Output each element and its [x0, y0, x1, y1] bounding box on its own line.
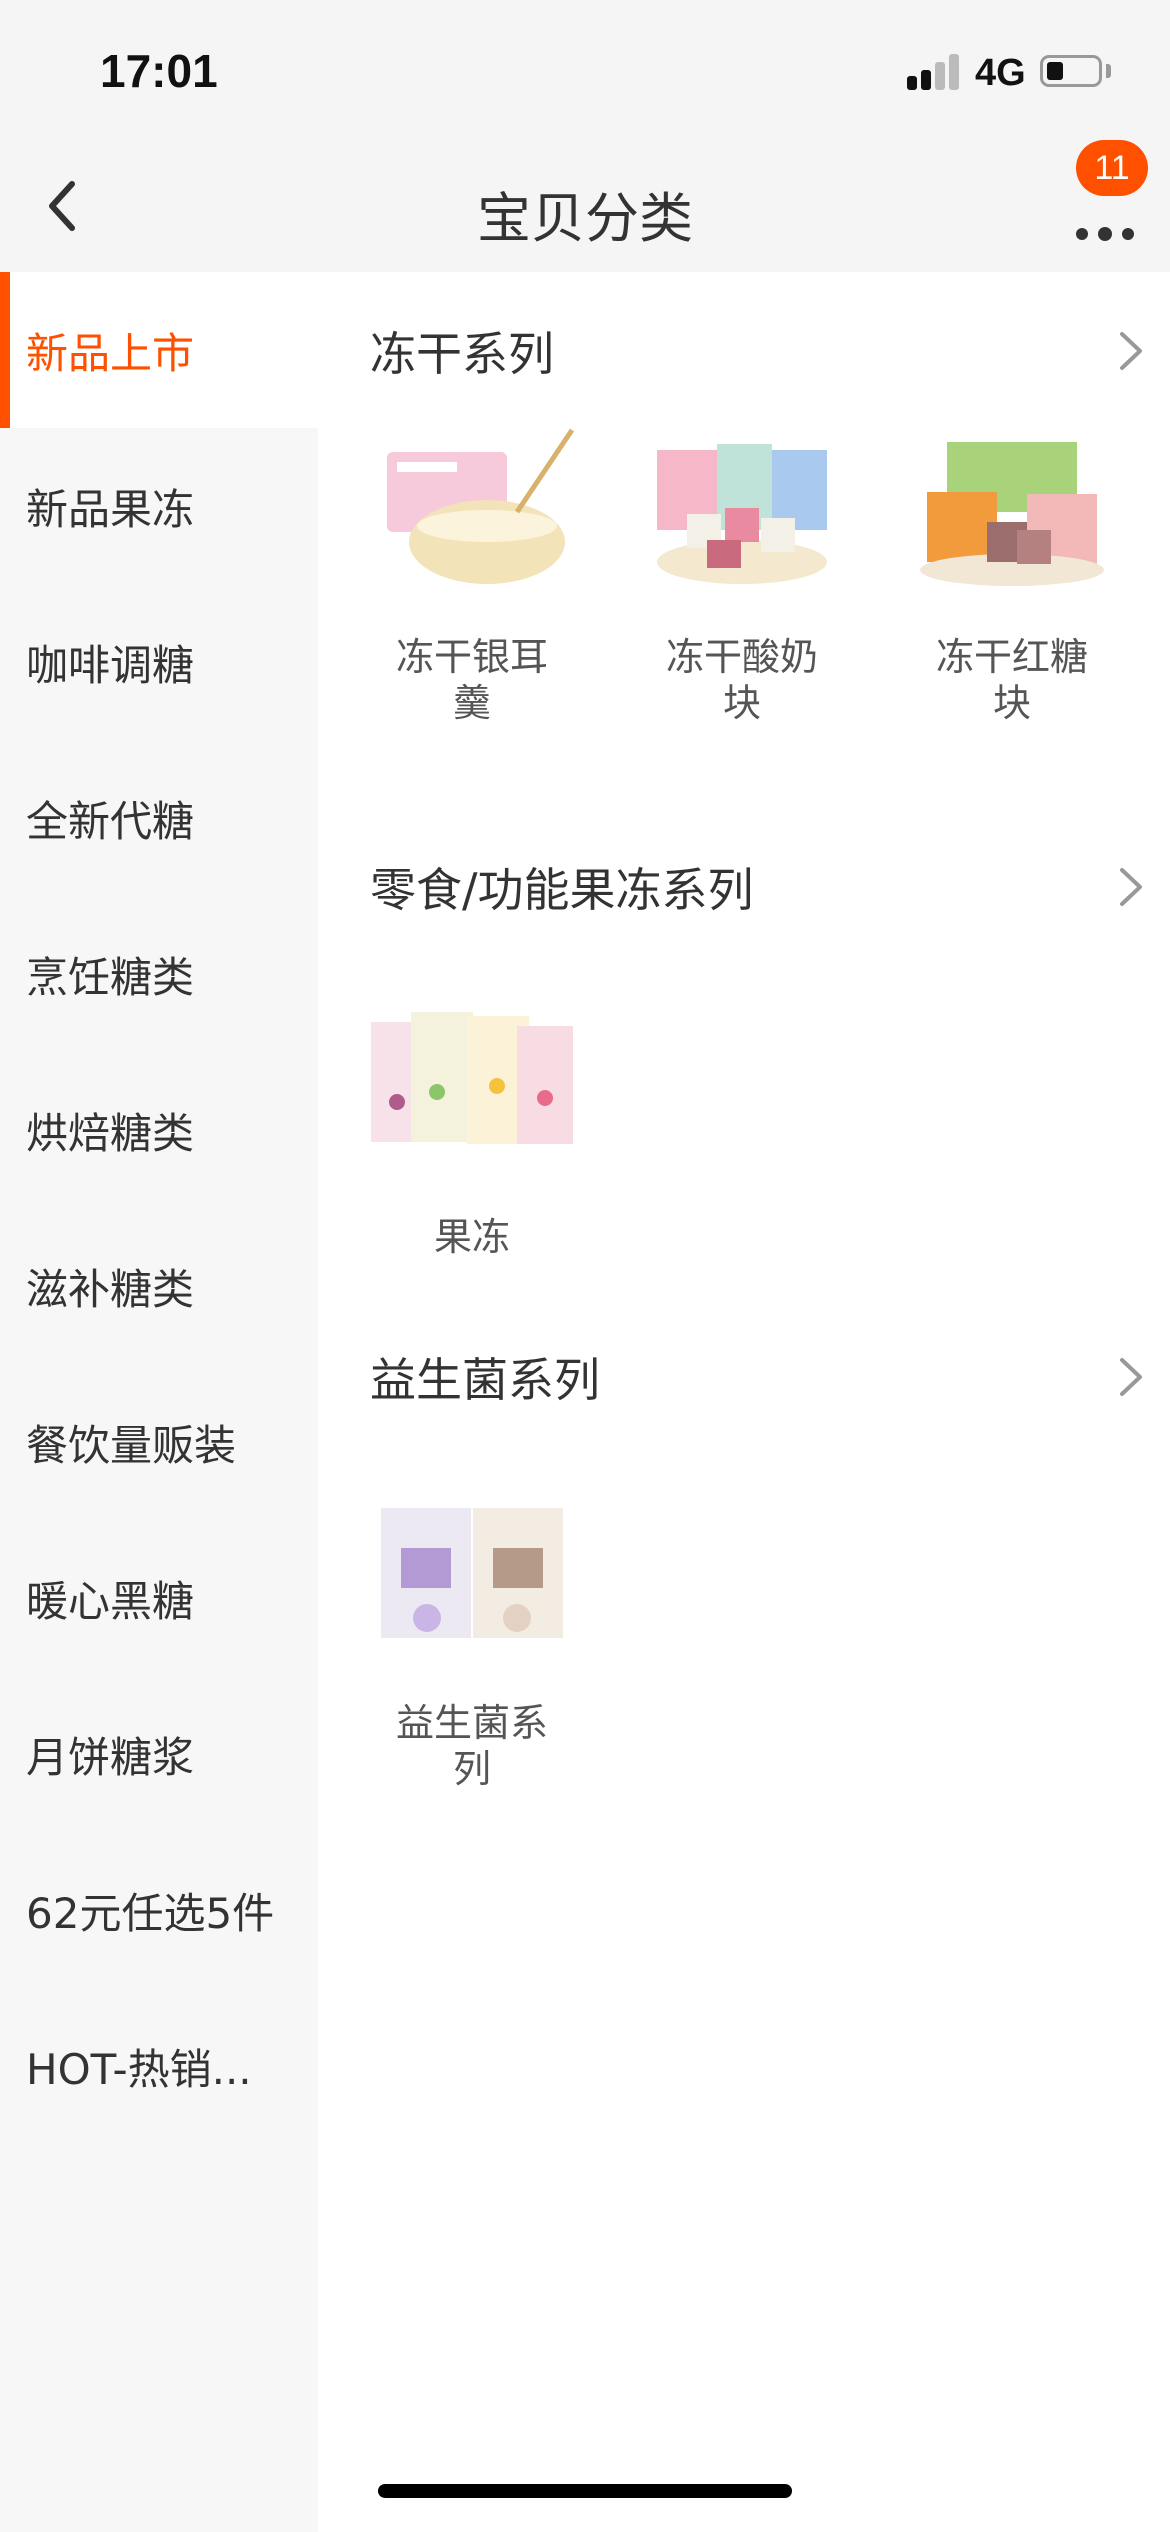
product-image [367, 422, 577, 592]
product-name: 冻干红糖块 [935, 635, 1088, 725]
section-title: 零食/功能果冻系列 [370, 863, 754, 917]
product-image [367, 1002, 577, 1172]
product-name: 冻干酸奶块 [665, 635, 818, 725]
sidebar-item-catering-bulk[interactable]: 餐饮量贩装 [0, 1364, 318, 1520]
sidebar-item-baking-sugar[interactable]: 烘焙糖类 [0, 1052, 318, 1208]
status-time: 17:01 [100, 45, 218, 97]
network-type: 4G [975, 52, 1026, 94]
product-image [637, 422, 847, 592]
sidebar-item-bundle-deal[interactable]: 62元任选5件 [0, 1832, 318, 1988]
chevron-right-icon [1120, 868, 1142, 906]
section-title: 益生菌系列 [370, 1353, 600, 1407]
battery-icon [1040, 55, 1102, 87]
notification-badge: 11 [1076, 140, 1148, 196]
product-name: 益生菌系列 [395, 1701, 548, 1791]
category-sidebar: 新品上市 新品果冻 咖啡调糖 全新代糖 烹饪糖类 烘焙糖类 滋补糖类 餐饮量贩装… [0, 272, 318, 2532]
section-header-probiotic-series[interactable]: 益生菌系列 [370, 1332, 1150, 1422]
section-header-jelly-series[interactable]: 零食/功能果冻系列 [370, 842, 1150, 932]
signal-icon [907, 54, 959, 90]
section-header-freeze-dried[interactable]: 冻干系列 [370, 306, 1150, 396]
sidebar-item-sugar-substitute[interactable]: 全新代糖 [0, 740, 318, 896]
product-freeze-dried-yogurt[interactable]: 冻干酸奶块 [622, 422, 862, 726]
product-image [907, 422, 1117, 592]
chevron-right-icon [1120, 332, 1142, 370]
product-freeze-dried-brown-sugar[interactable]: 冻干红糖块 [892, 422, 1132, 726]
sidebar-item-new-jelly[interactable]: 新品果冻 [0, 428, 318, 584]
product-image [367, 1488, 577, 1658]
sidebar-item-tonic-sugar[interactable]: 滋补糖类 [0, 1208, 318, 1364]
product-freeze-dried-tremella[interactable]: 冻干银耳羹 [352, 422, 592, 726]
page-title: 宝贝分类 [477, 187, 693, 250]
sidebar-item-new-arrivals[interactable]: 新品上市 [0, 272, 318, 428]
product-jelly[interactable]: 果冻 [352, 1002, 592, 1260]
category-content: 冻干系列 冻干银耳羹 冻干酸奶块 冻干红糖块 零食/功能果冻系列 果冻 益生菌系… [318, 272, 1170, 2532]
nav-bar: 宝贝分类 11 [0, 140, 1170, 272]
sidebar-item-coffee-sugar[interactable]: 咖啡调糖 [0, 584, 318, 740]
status-bar: 17:01 4G [0, 0, 1170, 140]
product-name: 冻干银耳羹 [395, 635, 548, 725]
battery-tip [1106, 64, 1111, 78]
section-title: 冻干系列 [370, 327, 554, 381]
sidebar-item-hot-sellers[interactable]: HOT-热销... [0, 1988, 318, 2144]
sidebar-item-mooncake-syrup[interactable]: 月饼糖浆 [0, 1676, 318, 1832]
product-name: 果冻 [433, 1215, 510, 1259]
home-indicator [378, 2484, 792, 2498]
chevron-right-icon [1120, 1358, 1142, 1396]
product-probiotic[interactable]: 益生菌系列 [352, 1488, 592, 1792]
sidebar-item-cooking-sugar[interactable]: 烹饪糖类 [0, 896, 318, 1052]
sidebar-item-brown-sugar[interactable]: 暖心黑糖 [0, 1520, 318, 1676]
